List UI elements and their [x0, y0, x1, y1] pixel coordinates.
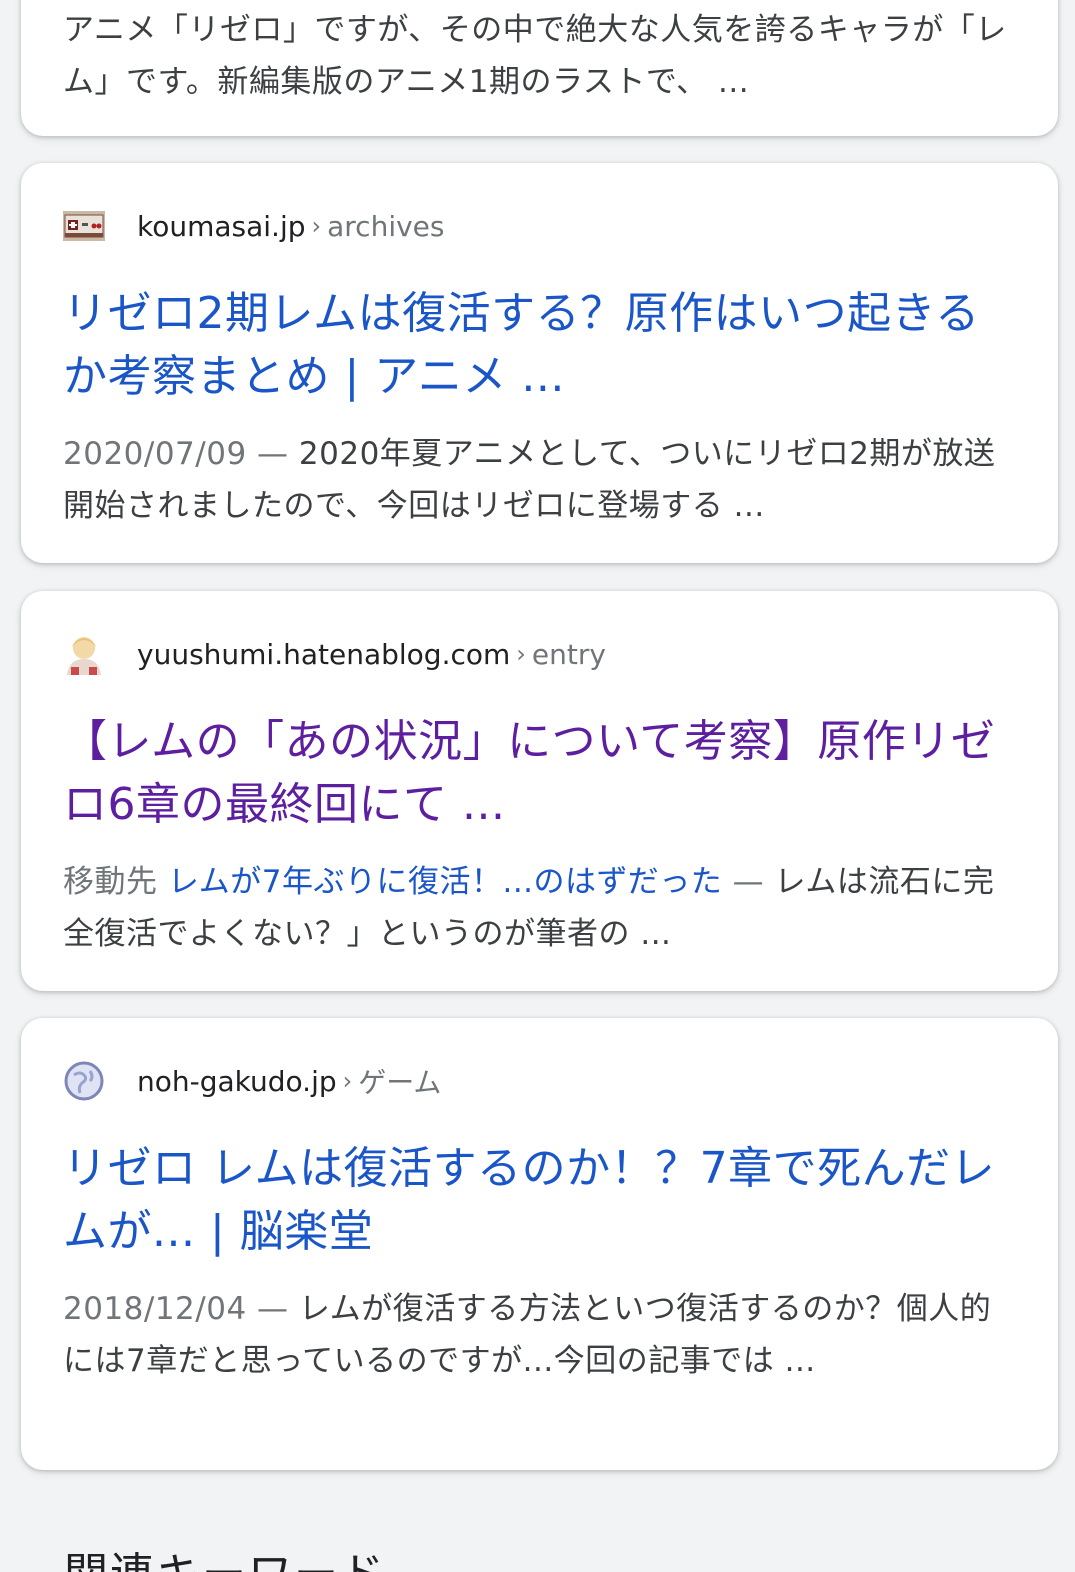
avatar-icon	[63, 633, 105, 675]
related-keywords-heading: 関連キーワード	[64, 1538, 386, 1572]
result-domain: yuushumi.hatenablog.com	[137, 637, 511, 671]
result-path: entry	[531, 637, 606, 671]
search-results-page: アニメ「リゼロ」ですが、その中で絶大な人気を誇るキャラが「レム」です。新編集版の…	[0, 0, 1075, 1572]
result-source[interactable]: yuushumi.hatenablog.com › entry	[63, 624, 1016, 684]
jump-to-link[interactable]: レムが7年ぶりに復活！...のはずだった	[168, 864, 722, 900]
result-snippet: 移動先 レムが7年ぶりに復活！...のはずだった — レムは流石に完全復活でよく…	[63, 856, 1016, 960]
result-card[interactable]: noh-gakudo.jp › ゲーム リゼロ レムは復活するのか！？7章で死ん…	[21, 1018, 1058, 1470]
result-snippet: 2018/12/04 — レムが復活する方法といつ復活するのか？個人的には7章だ…	[63, 1283, 1016, 1387]
globe-icon	[63, 1060, 105, 1102]
result-snippet: 2020/07/09 — 2020年夏アニメとして、ついにリゼロ2期が放送開始さ…	[63, 428, 1016, 532]
jump-to-label: 移動先	[63, 864, 158, 900]
result-card[interactable]: koumasai.jp › archives リゼロ2期レムは復活する？原作はい…	[21, 163, 1058, 563]
game-controller-icon	[63, 205, 105, 247]
result-title-link[interactable]: リゼロ2期レムは復活する？原作はいつ起きるか考察まとめ | アニメ ...	[63, 282, 1016, 408]
result-source[interactable]: noh-gakudo.jp › ゲーム	[63, 1051, 1016, 1111]
result-dash: —	[732, 864, 765, 900]
result-dash: —	[257, 436, 289, 472]
result-card[interactable]: アニメ「リゼロ」ですが、その中で絶大な人気を誇るキャラが「レム」です。新編集版の…	[21, 0, 1058, 136]
result-path: ゲーム	[358, 1066, 442, 1099]
result-date: 2018/12/04	[63, 1291, 247, 1327]
result-card[interactable]: yuushumi.hatenablog.com › entry 【レムの「あの状…	[21, 591, 1058, 991]
result-title-link[interactable]: 【レムの「あの状況」について考察】原作リゼロ6章の最終回にて ...	[63, 710, 1016, 836]
result-dash: —	[257, 1291, 289, 1327]
result-title-link[interactable]: リゼロ レムは復活するのか！？7章で死んだレムが... | 脳楽堂	[63, 1137, 1016, 1263]
breadcrumb-separator: ›	[311, 212, 322, 240]
result-source[interactable]: koumasai.jp › archives	[63, 196, 1016, 256]
result-domain: koumasai.jp	[137, 209, 306, 243]
breadcrumb-separator: ›	[516, 640, 526, 668]
result-date: 2020/07/09	[63, 436, 247, 472]
result-path: archives	[327, 209, 445, 243]
result-snippet: アニメ「リゼロ」ですが、その中で絶大な人気を誇るキャラが「レム」です。新編集版の…	[63, 12, 1007, 100]
breadcrumb-separator: ›	[342, 1067, 353, 1095]
result-domain: noh-gakudo.jp	[137, 1064, 337, 1098]
